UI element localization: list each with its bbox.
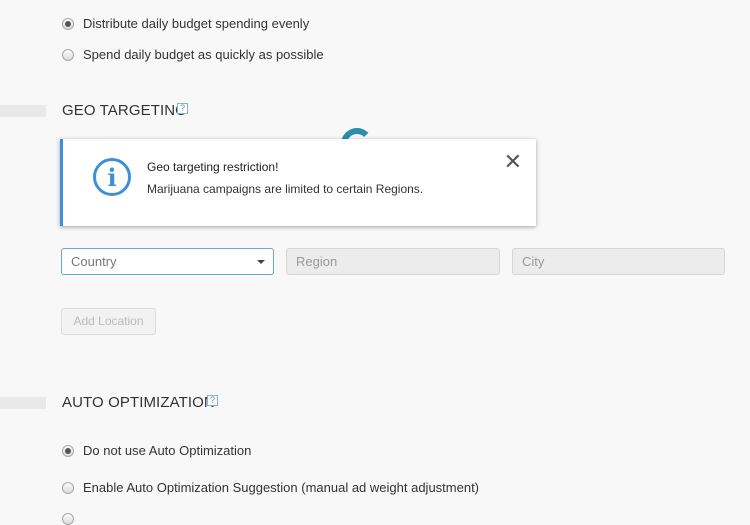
city-placeholder: City — [522, 254, 545, 269]
section-marker — [0, 105, 46, 117]
alert-message: Marijuana campaigns are limited to certa… — [147, 182, 424, 196]
auto-suggest-radio[interactable] — [62, 481, 74, 494]
budget-fast-radio[interactable] — [62, 48, 74, 61]
region-input[interactable]: Region — [286, 248, 500, 275]
alert-title: Geo targeting restriction! — [147, 160, 279, 174]
auto-off-option[interactable]: Do not use Auto Optimization — [62, 443, 251, 458]
geo-help-icon[interactable]: ? — [177, 103, 188, 114]
chevron-down-icon — [257, 260, 265, 264]
budget-even-radio[interactable] — [62, 17, 74, 30]
country-select[interactable]: Country — [61, 248, 274, 275]
city-input[interactable]: City — [512, 248, 725, 275]
budget-even-label: Distribute daily budget spending evenly — [83, 16, 310, 31]
budget-fast-label: Spend daily budget as quickly as possibl… — [83, 47, 324, 62]
auto-suggest-option[interactable]: Enable Auto Optimization Suggestion (man… — [62, 480, 479, 495]
auto-suggest-label: Enable Auto Optimization Suggestion (man… — [83, 480, 480, 495]
auto-help-icon[interactable]: ? — [207, 395, 218, 406]
geo-restriction-alert: i Geo targeting restriction! Marijuana c… — [60, 139, 536, 226]
geo-targeting-title: GEO TARGETING — [62, 102, 187, 119]
info-icon: i — [93, 158, 131, 196]
country-select-value: Country — [71, 254, 117, 269]
auto-optimization-title: AUTO OPTIMIZATION — [62, 394, 215, 411]
budget-even-option[interactable]: Distribute daily budget spending evenly — [62, 16, 309, 31]
auto-more-radio[interactable] — [62, 513, 74, 525]
budget-fast-option[interactable]: Spend daily budget as quickly as possibl… — [62, 47, 324, 62]
auto-off-label: Do not use Auto Optimization — [83, 443, 252, 458]
section-marker — [0, 397, 46, 409]
auto-off-radio[interactable] — [62, 444, 74, 457]
add-location-button[interactable]: Add Location — [61, 308, 156, 335]
auto-more-option[interactable] — [62, 513, 83, 525]
region-placeholder: Region — [296, 254, 338, 269]
close-icon[interactable]: ✕ — [504, 151, 522, 173]
